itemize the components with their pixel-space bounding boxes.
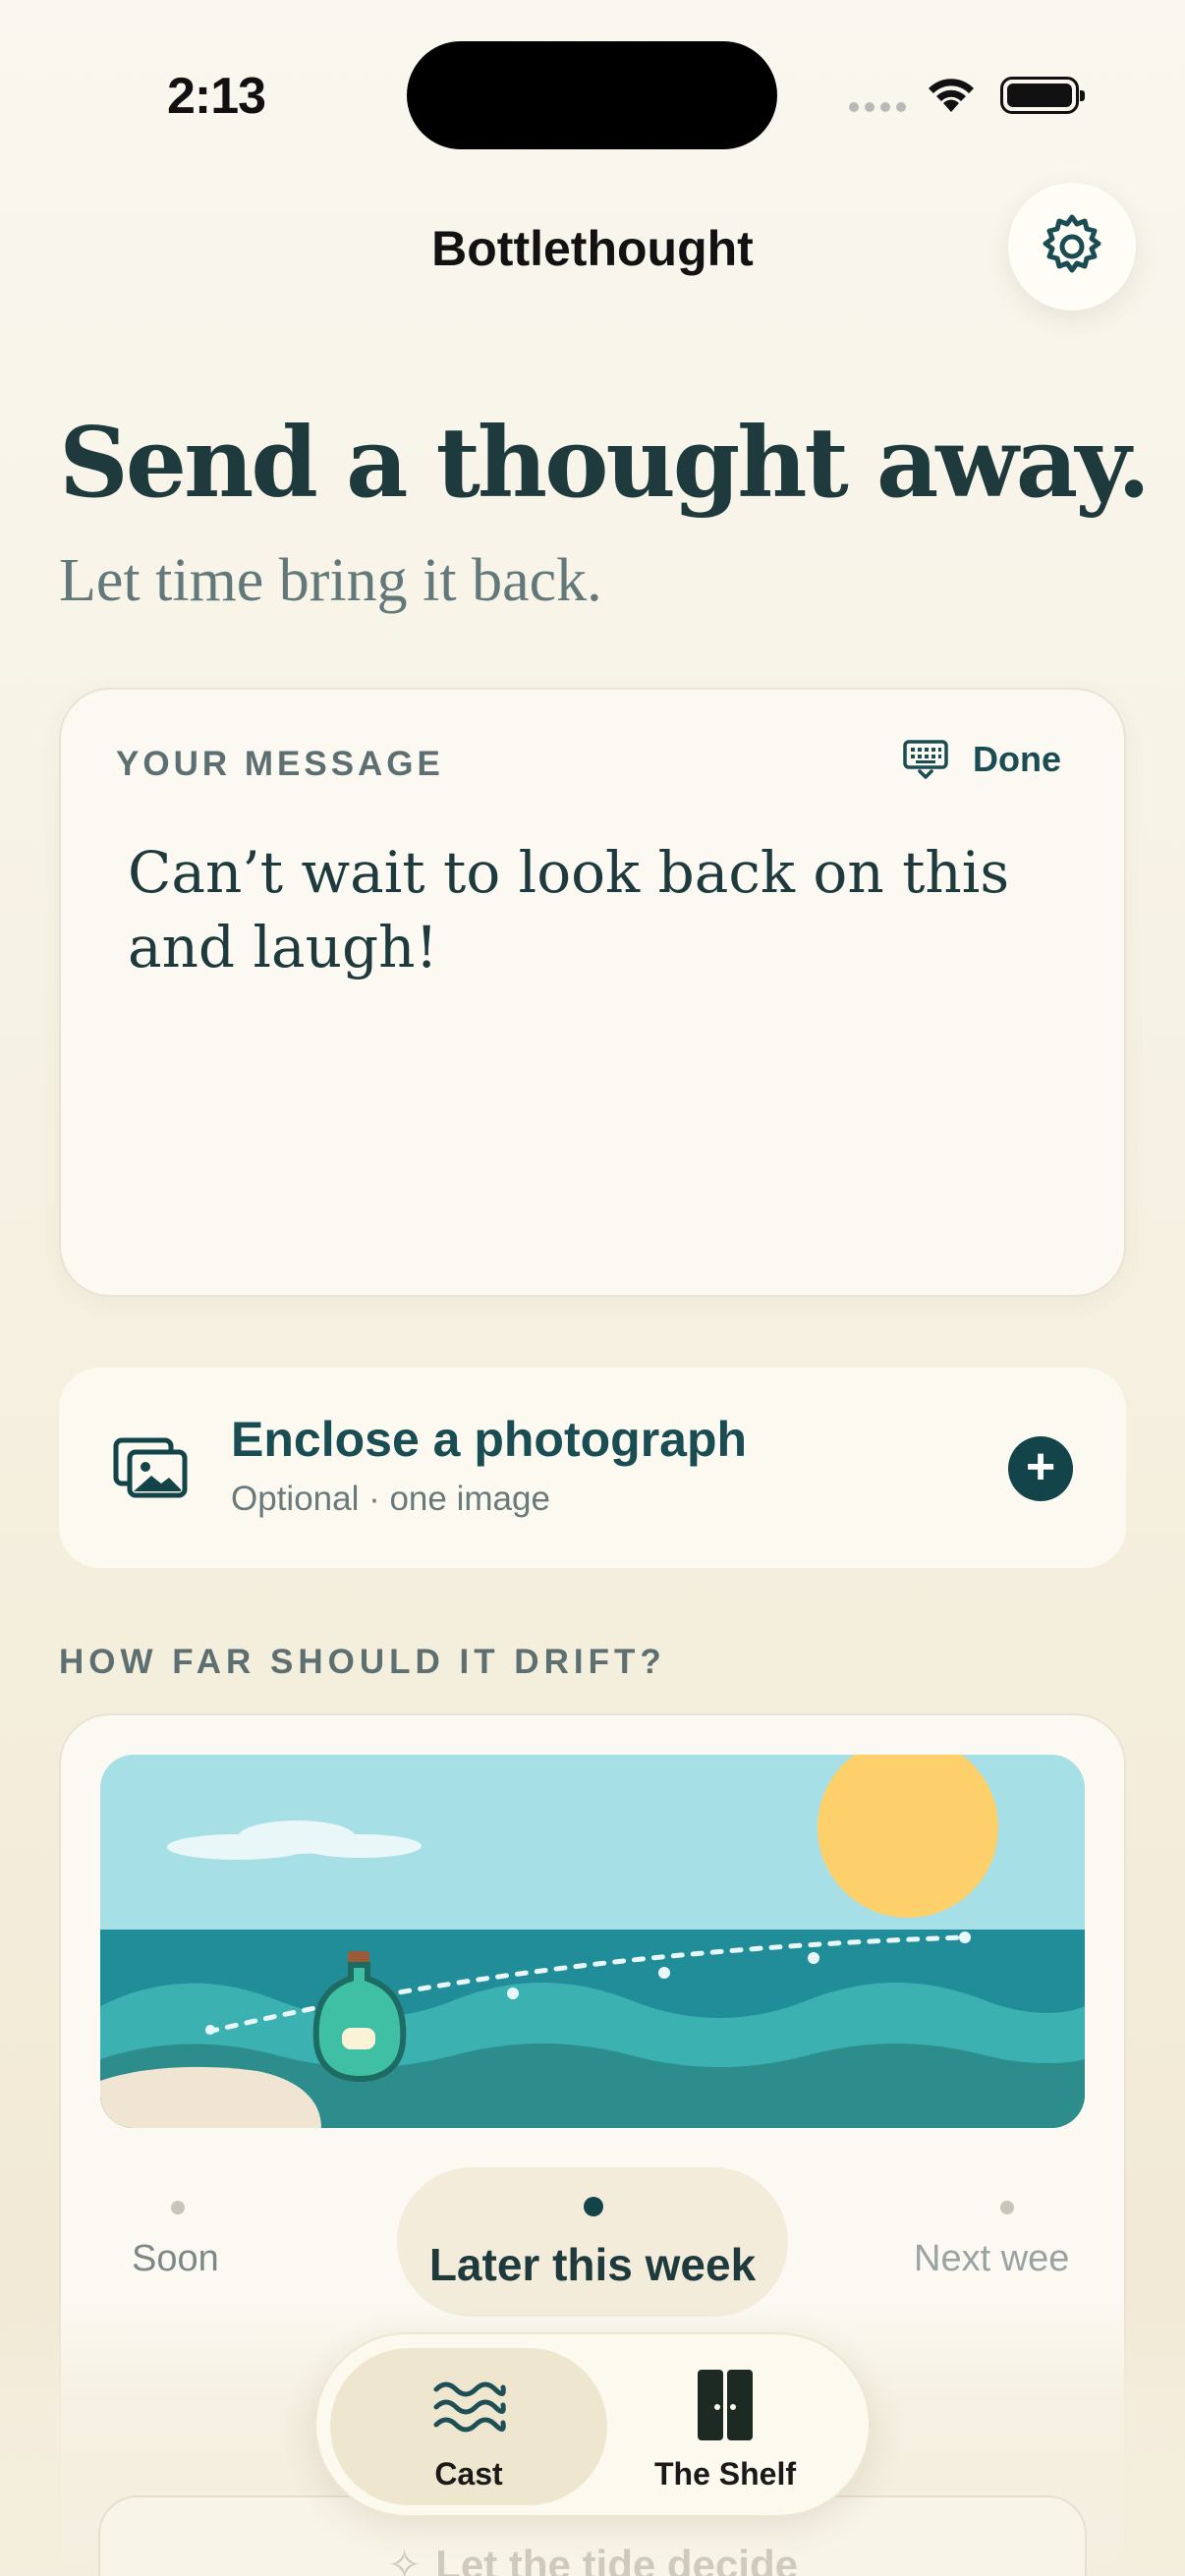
tab-cast[interactable]: Cast [330,2348,607,2505]
let-tide-decide-label: ✧ Let the tide decide [0,2541,1185,2576]
shelf-icon [698,2370,753,2440]
photos-icon [113,1437,188,1498]
wifi-icon [929,79,974,112]
hero-subtitle: Let time bring it back. [59,547,602,614]
photo-title: Enclose a photograph [231,1412,748,1467]
waves-icon [433,2381,506,2433]
drift-option-next-week[interactable]: Next wee [914,2238,1069,2280]
drift-dot-soon [171,2201,185,2214]
message-input[interactable]: Can’t wait to look back on this and laug… [128,835,1091,984]
tab-bar: Cast The Shelf [314,2332,871,2517]
drift-dot-next-week [1000,2201,1014,2214]
enclose-photo-button[interactable]: Enclose a photograph Optional · one imag… [59,1368,1126,1568]
done-label: Done [973,739,1061,779]
tab-the-shelf[interactable]: The Shelf [592,2348,859,2505]
message-label: YOUR MESSAGE [116,745,444,783]
ocean-scene-illustration [100,1755,1085,2128]
settings-button[interactable] [1008,183,1136,310]
done-button[interactable]: Done [902,739,1061,780]
tab-the-shelf-label: The Shelf [653,2456,796,2492]
plus-icon[interactable]: + [1008,1436,1073,1501]
keyboard-icon [903,740,948,779]
battery-icon [1000,77,1085,114]
dynamic-island [407,41,777,149]
status-time: 2:13 [167,68,266,125]
gear-icon [1043,214,1101,273]
message-card[interactable]: YOUR MESSAGE Done Can’t wait to look bac… [59,688,1126,1297]
drift-dot-selected [584,2197,603,2216]
cellular-signal-icon [849,102,906,112]
drift-label: HOW FAR SHOULD IT DRIFT? [59,1643,666,1681]
sparkle-icon: ✧ [387,2542,423,2576]
tab-cast-label: Cast [434,2456,503,2492]
photo-subtitle: Optional · one image [231,1480,550,1518]
hero-title: Send a thought away. [59,407,1151,520]
